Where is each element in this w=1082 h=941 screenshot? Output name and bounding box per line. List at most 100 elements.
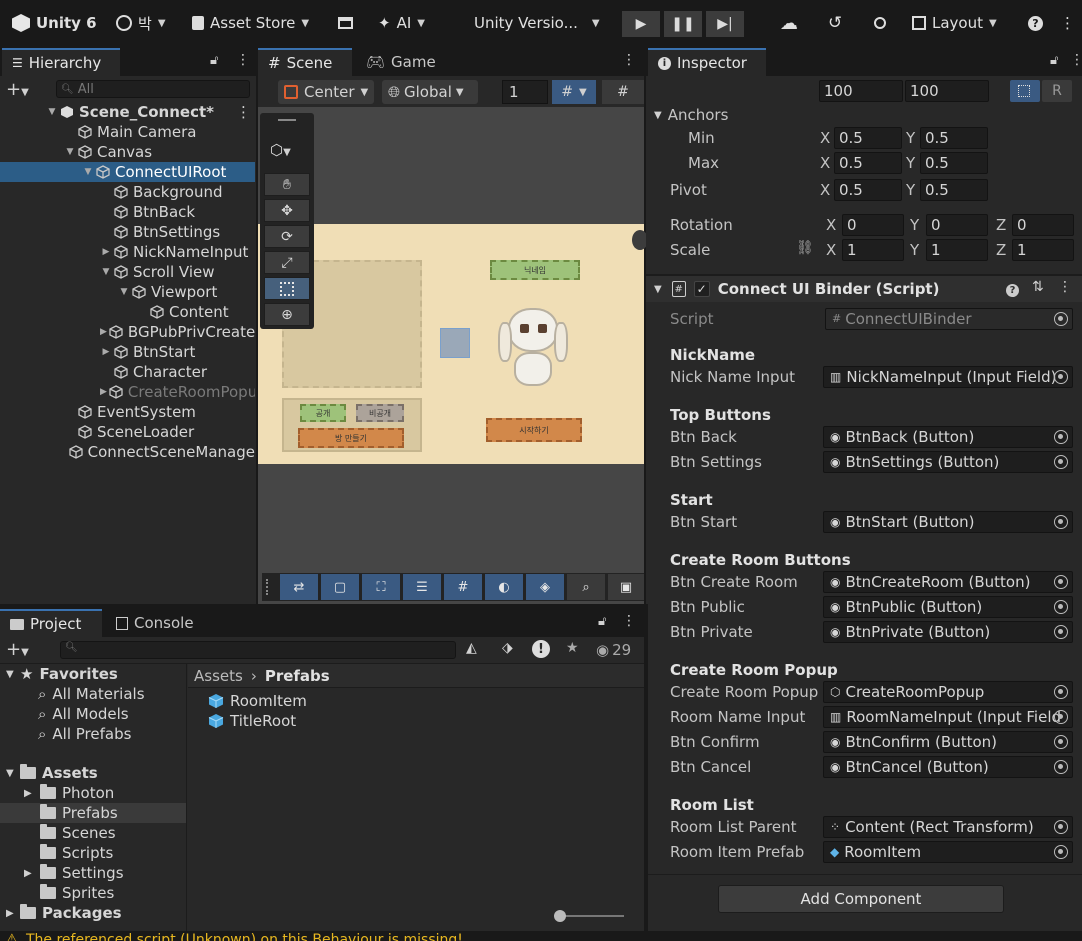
hierarchy-item[interactable]: ▶ BGPubPrivCreate xyxy=(0,322,255,342)
hierarchy-item[interactable]: EventSystem xyxy=(0,402,255,422)
project-search-input[interactable]: 🔍︎ xyxy=(60,641,456,659)
anchor-min-y-field[interactable]: 0.5 xyxy=(920,127,988,149)
object-field[interactable]: ◉ BtnSettings (Button) xyxy=(823,450,1073,473)
object-field[interactable]: ⬡ CreateRoomPopup xyxy=(823,680,1073,703)
scale-x-field[interactable]: 1 xyxy=(842,239,904,261)
component-header[interactable]: ▼ # ✓ Connect UI Binder (Script) ? ⇅ ⋮ xyxy=(646,276,1082,302)
object-picker-icon[interactable] xyxy=(1054,734,1068,749)
layers-toggle[interactable]: ◈ xyxy=(526,574,564,600)
drag-handle-icon[interactable] xyxy=(266,579,268,595)
chevron-right-icon[interactable]: ▶ xyxy=(24,788,40,799)
label-tag-icon[interactable]: ⬗ xyxy=(502,640,513,656)
folder-item[interactable]: Scripts xyxy=(0,843,186,863)
hierarchy-item[interactable]: ▶ CreateRoomPopu xyxy=(0,382,255,402)
search-button[interactable] xyxy=(874,10,886,36)
hierarchy-item[interactable]: BtnSettings xyxy=(0,222,255,242)
presets-icon[interactable]: ⇅ xyxy=(1032,279,1044,295)
grid-snap-toggle[interactable]: # ▼ xyxy=(552,80,596,104)
align-toggle[interactable]: ☰ xyxy=(403,574,441,600)
pivot-x-field[interactable]: 0.5 xyxy=(834,179,902,201)
lock-icon[interactable]: 🔓︎ xyxy=(210,53,218,68)
tab-console[interactable]: Console xyxy=(106,609,204,637)
pause-button[interactable]: ❚❚ xyxy=(664,11,702,37)
object-field[interactable]: ◉ BtnCancel (Button) xyxy=(823,755,1073,778)
hierarchy-item[interactable]: ▼ Scene_Connect* ⋮ xyxy=(0,102,255,122)
object-field[interactable]: ◉ BtnStart (Button) xyxy=(823,510,1073,533)
snap-increment-input[interactable]: 1 xyxy=(502,80,548,104)
hierarchy-item[interactable]: BtnBack xyxy=(0,202,255,222)
tab-game[interactable]: 🎮︎ Game xyxy=(356,48,446,76)
rotate-tool-button[interactable]: ⟳ xyxy=(264,225,310,248)
hierarchy-item[interactable]: ▼ Scroll View xyxy=(0,262,255,282)
more-menu-button[interactable]: ⋮ xyxy=(1060,10,1075,36)
hierarchy-item[interactable]: ConnectSceneManage xyxy=(0,442,255,462)
object-picker-icon[interactable] xyxy=(1054,369,1068,384)
folder-item[interactable]: Prefabs xyxy=(0,803,186,823)
object-picker-icon[interactable] xyxy=(1054,454,1068,469)
chevron-down-icon[interactable]: ▼ xyxy=(64,147,76,157)
grid-toggle[interactable]: # xyxy=(444,574,482,600)
tab-scene[interactable]: # Scene xyxy=(258,48,352,76)
project-create-button[interactable]: +▼ xyxy=(6,639,29,660)
height-field[interactable]: 100 xyxy=(905,80,989,102)
tab-project[interactable]: Project xyxy=(0,609,102,637)
folder-item[interactable]: ▶ Photon xyxy=(0,783,186,803)
package-button[interactable] xyxy=(338,10,353,36)
grid-visibility-toggle[interactable]: # xyxy=(602,80,644,104)
more-vertical-icon[interactable]: ⋮ xyxy=(622,613,636,629)
pivot-mode-dropdown[interactable]: Center ▼ xyxy=(278,80,374,104)
more-vertical-icon[interactable]: ⋮ xyxy=(236,103,251,121)
asset-item[interactable]: RoomItem xyxy=(208,691,307,711)
chevron-down-icon[interactable]: ▼ xyxy=(118,287,130,297)
component-enabled-checkbox[interactable]: ✓ xyxy=(693,281,710,297)
more-vertical-icon[interactable]: ⋮ xyxy=(236,52,250,68)
object-field[interactable]: ◆ RoomItem xyxy=(823,840,1073,863)
filter-type-icon[interactable]: ◭ xyxy=(466,640,477,656)
hierarchy-item[interactable]: ▼ ConnectUIRoot xyxy=(0,162,255,182)
chevron-down-icon[interactable]: ▼ xyxy=(100,267,112,277)
tab-inspector[interactable]: i Inspector xyxy=(648,48,766,76)
breadcrumb-assets[interactable]: Assets xyxy=(194,667,243,685)
create-button[interactable]: +▼ xyxy=(6,79,29,100)
user-menu[interactable]: 박 ▼ xyxy=(116,10,166,36)
anchor-max-x-field[interactable]: 0.5 xyxy=(834,152,902,174)
object-picker-icon[interactable] xyxy=(1054,599,1068,614)
history-button[interactable]: ↺ xyxy=(828,10,842,36)
hierarchy-item[interactable]: Content xyxy=(0,302,255,322)
cloud-button[interactable]: ☁ xyxy=(780,10,798,36)
width-field[interactable]: 100 xyxy=(819,80,903,102)
hierarchy-item[interactable]: ▼ Viewport xyxy=(0,282,255,302)
anchors-foldout[interactable]: ▼ Anchors xyxy=(654,106,728,124)
object-field[interactable]: ▥ RoomNameInput (Input Field xyxy=(823,705,1073,728)
favorite-item[interactable]: ⌕ All Models xyxy=(38,704,129,724)
folder-item[interactable]: ▶ Settings xyxy=(0,863,186,883)
hierarchy-item[interactable]: ▼ Canvas xyxy=(0,142,255,162)
scale-y-field[interactable]: 1 xyxy=(926,239,988,261)
shading-toggle[interactable]: ◐ xyxy=(485,574,523,600)
rect-tool-button[interactable] xyxy=(264,277,310,300)
add-component-button[interactable]: Add Component xyxy=(718,885,1004,913)
rotation-y-field[interactable]: 0 xyxy=(926,214,988,236)
drag-handle-icon[interactable] xyxy=(278,119,296,121)
object-picker-icon[interactable] xyxy=(1054,819,1068,834)
raw-edit-toggle[interactable]: R xyxy=(1042,80,1072,102)
asset-item[interactable]: TitleRoot xyxy=(208,711,296,731)
blueprint-toggle[interactable] xyxy=(1010,80,1040,102)
object-picker-icon[interactable] xyxy=(1054,574,1068,589)
tab-hierarchy[interactable]: ☰ Hierarchy xyxy=(2,48,120,76)
rotation-x-field[interactable]: 0 xyxy=(842,214,904,236)
object-picker-icon[interactable] xyxy=(1054,684,1068,699)
assets-foldout[interactable]: ▼ Assets xyxy=(6,763,98,783)
object-field[interactable]: ◉ BtnBack (Button) xyxy=(823,425,1073,448)
more-vertical-icon[interactable]: ⋮ xyxy=(622,52,636,68)
shuffle-toggle[interactable]: ⇄ xyxy=(280,574,318,600)
hierarchy-item[interactable]: Background xyxy=(0,182,255,202)
star-icon[interactable]: ★ xyxy=(566,640,579,656)
play-button[interactable]: ▶ xyxy=(622,11,660,37)
ai-menu[interactable]: ✦ AI ▼ xyxy=(378,10,425,36)
chevron-down-icon[interactable]: ▼ xyxy=(82,167,94,177)
scale-z-field[interactable]: 1 xyxy=(1012,239,1074,261)
anchor-min-x-field[interactable]: 0.5 xyxy=(834,127,902,149)
layout-menu[interactable]: Layout ▼ xyxy=(912,10,997,36)
object-field[interactable]: ◉ BtnCreateRoom (Button) xyxy=(823,570,1073,593)
